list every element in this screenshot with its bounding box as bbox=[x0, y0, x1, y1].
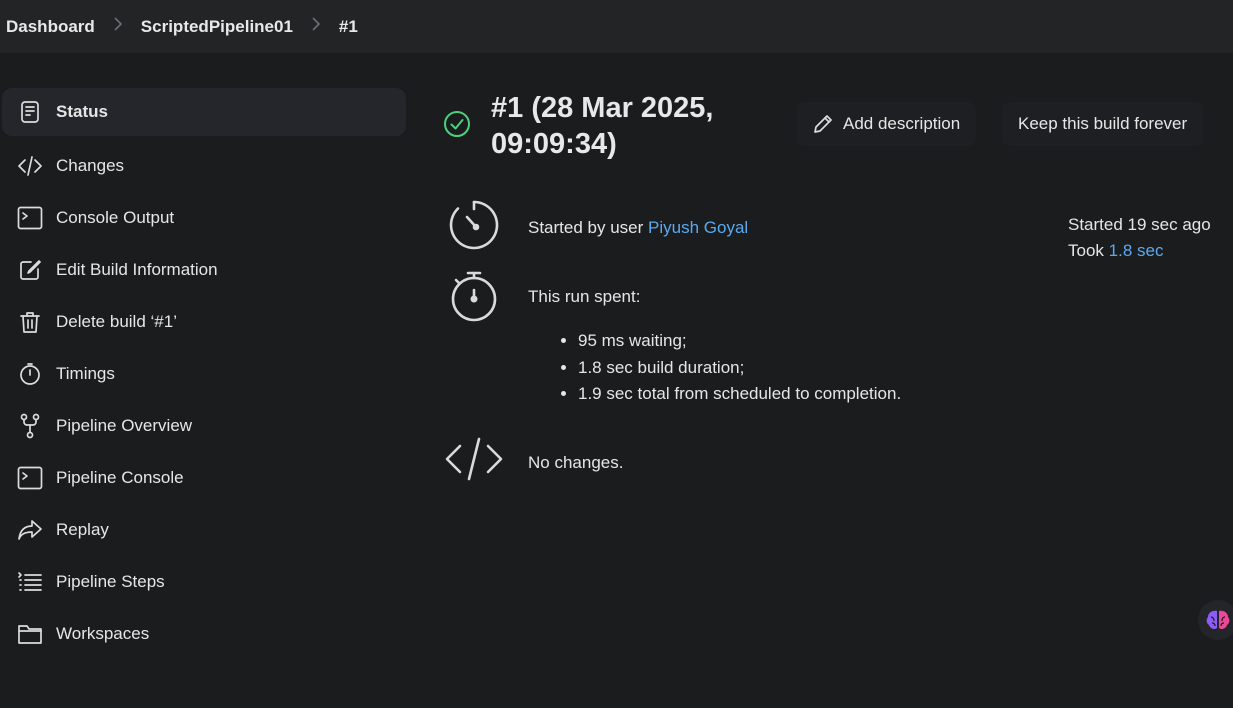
brain-icon bbox=[1206, 610, 1230, 629]
add-description-button[interactable]: Add description bbox=[797, 102, 977, 146]
sidebar-item-label: Pipeline Steps bbox=[56, 572, 165, 591]
list-item: 1.9 sec total from scheduled to completi… bbox=[578, 381, 901, 408]
sidebar-item-label: Pipeline Overview bbox=[56, 416, 193, 435]
breadcrumb-build[interactable]: #1 bbox=[339, 17, 358, 37]
sidebar-item-timings[interactable]: Timings bbox=[0, 348, 408, 400]
sidebar-item-label: Timings bbox=[56, 364, 115, 383]
started-by-text: Started by user Piyush Goyal bbox=[528, 218, 748, 238]
sidebar-item-pipeline-console[interactable]: Pipeline Console bbox=[0, 452, 408, 504]
sidebar-item-label: Status bbox=[56, 102, 108, 121]
sidebar-item-label: Edit Build Information bbox=[56, 260, 218, 279]
no-changes-text: No changes. bbox=[528, 453, 624, 472]
trash-icon bbox=[16, 308, 44, 336]
list-item: 1.8 sec build duration; bbox=[578, 355, 901, 382]
sidebar-item-status[interactable]: Status bbox=[2, 88, 406, 136]
sidebar-item-pipeline-steps[interactable]: Pipeline Steps bbox=[0, 556, 408, 608]
chevron-right-icon bbox=[113, 17, 123, 36]
sidebar-item-label: Console Output bbox=[56, 208, 175, 227]
run-spent-label: This run spent: bbox=[528, 287, 641, 306]
add-description-label: Add description bbox=[843, 114, 961, 133]
sidebar-item-replay[interactable]: Replay bbox=[0, 504, 408, 556]
breadcrumb-job[interactable]: ScriptedPipeline01 bbox=[141, 17, 293, 37]
keep-build-forever-button[interactable]: Keep this build forever bbox=[1002, 102, 1204, 146]
ai-assistant-button[interactable] bbox=[1198, 600, 1233, 640]
list-icon bbox=[16, 568, 44, 596]
sidebar-item-label: Changes bbox=[56, 156, 125, 175]
started-ago-text: Started 19 sec ago bbox=[1068, 215, 1211, 234]
took-text: Took 1.8 sec bbox=[1068, 238, 1211, 264]
breadcrumb: Dashboard ScriptedPipeline01 #1 bbox=[0, 0, 1233, 53]
started-by-prefix: Started by user bbox=[528, 218, 644, 237]
edit-icon bbox=[16, 256, 44, 284]
breadcrumb-dashboard[interactable]: Dashboard bbox=[6, 17, 95, 37]
build-timing-summary: Started 19 sec ago Took 1.8 sec bbox=[1068, 212, 1211, 264]
sidebar: Status Changes Console Output Edit Build… bbox=[0, 88, 408, 660]
success-check-icon bbox=[443, 110, 471, 143]
code-icon bbox=[444, 436, 504, 487]
stopwatch-icon bbox=[16, 360, 44, 388]
sidebar-item-console-output[interactable]: Console Output bbox=[0, 192, 408, 244]
took-link[interactable]: 1.8 sec bbox=[1109, 241, 1164, 260]
terminal-icon bbox=[16, 464, 44, 492]
folder-icon bbox=[16, 620, 44, 648]
terminal-icon bbox=[16, 204, 44, 232]
sidebar-item-edit-build-information[interactable]: Edit Build Information bbox=[0, 244, 408, 296]
took-prefix: Took bbox=[1068, 241, 1104, 260]
timer-icon bbox=[447, 198, 501, 257]
sidebar-item-label: Replay bbox=[56, 520, 109, 539]
code-icon bbox=[16, 152, 44, 180]
sidebar-item-workspaces[interactable]: Workspaces bbox=[0, 608, 408, 660]
sidebar-item-label: Pipeline Console bbox=[56, 468, 184, 487]
list-item: 95 ms waiting; bbox=[578, 328, 901, 355]
pencil-icon bbox=[814, 115, 832, 133]
page-title: #1 (28 Mar 2025, 09:09:34) bbox=[491, 92, 714, 160]
sidebar-item-label: Workspaces bbox=[56, 624, 150, 643]
branch-icon bbox=[16, 412, 44, 440]
sidebar-item-pipeline-overview[interactable]: Pipeline Overview bbox=[0, 400, 408, 452]
stopwatch-icon bbox=[448, 270, 500, 329]
document-icon bbox=[16, 98, 44, 126]
keep-build-forever-label: Keep this build forever bbox=[1018, 114, 1188, 133]
sidebar-item-changes[interactable]: Changes bbox=[0, 140, 408, 192]
run-spent-list: 95 ms waiting; 1.8 sec build duration; 1… bbox=[558, 328, 901, 408]
sidebar-item-delete-build[interactable]: Delete build ‘#1’ bbox=[0, 296, 408, 348]
chevron-right-icon bbox=[311, 17, 321, 36]
share-arrow-icon bbox=[16, 516, 44, 544]
user-link[interactable]: Piyush Goyal bbox=[648, 218, 748, 237]
sidebar-item-label: Delete build ‘#1’ bbox=[56, 312, 177, 331]
